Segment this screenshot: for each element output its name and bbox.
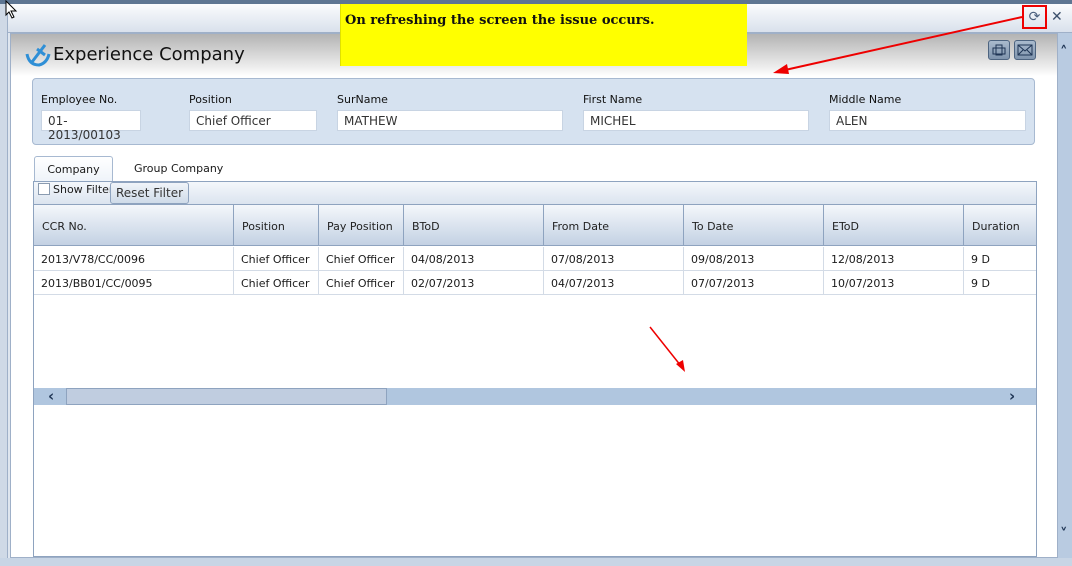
- arrow-line-top: [784, 16, 1023, 71]
- annotation-arrows: [649, 16, 1023, 372]
- arrow-line-middle: [649, 326, 682, 367]
- arrow-head-top: [773, 64, 789, 74]
